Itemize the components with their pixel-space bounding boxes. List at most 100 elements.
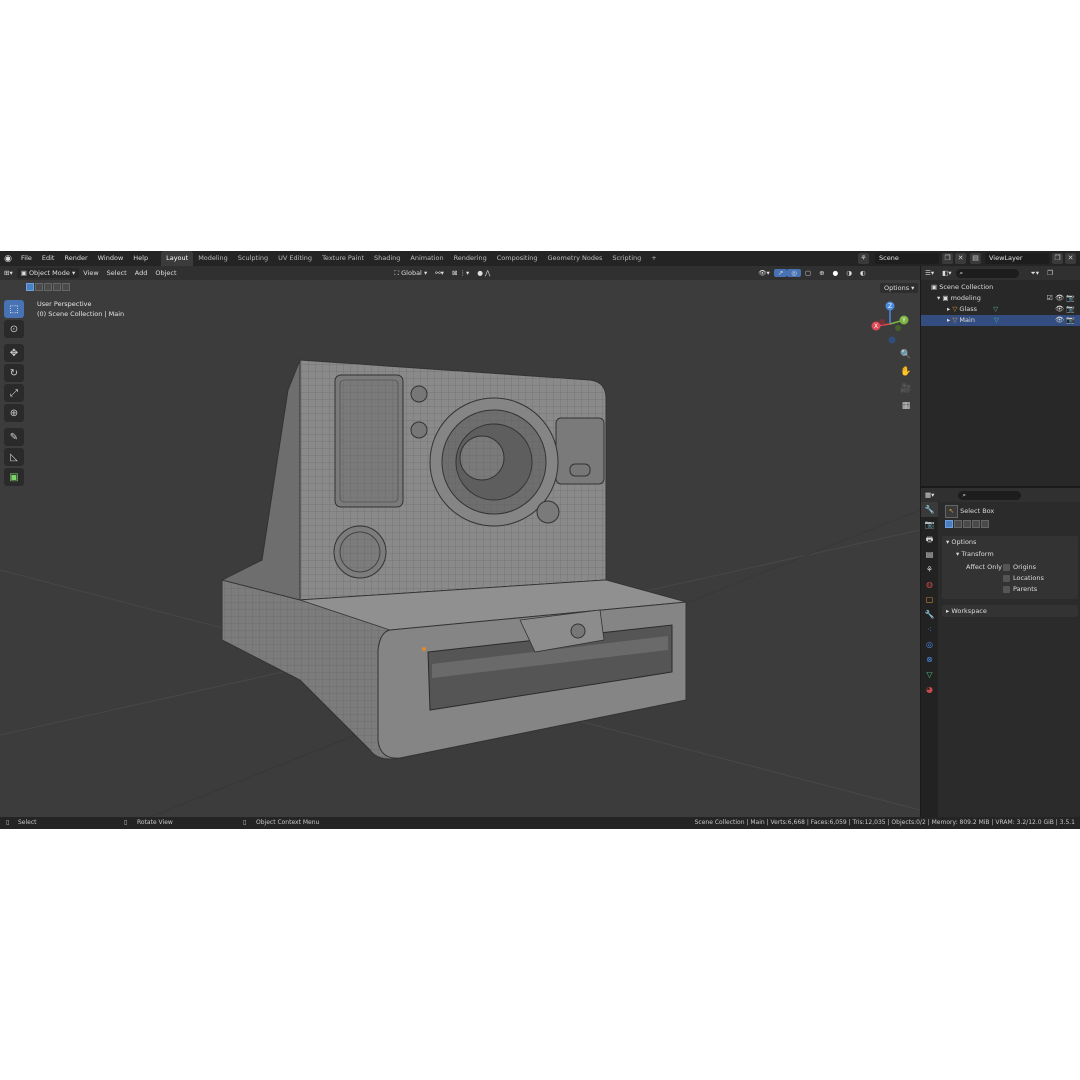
- select-intersect-icon[interactable]: [62, 283, 70, 291]
- origins-checkbox[interactable]: [1003, 564, 1010, 571]
- menu-render[interactable]: Render: [59, 251, 92, 266]
- options-button[interactable]: Options ▾: [880, 283, 919, 293]
- tab-shading[interactable]: Shading: [369, 251, 405, 266]
- menu-add[interactable]: Add: [131, 269, 152, 277]
- delete-scene-icon[interactable]: ✕: [955, 253, 966, 264]
- outliner-row-scene-collection[interactable]: ▣ Scene Collection: [921, 282, 1080, 293]
- add-cube-tool-icon[interactable]: ▣: [4, 468, 24, 486]
- menu-view[interactable]: View: [79, 269, 102, 277]
- outliner-editor-icon[interactable]: ☰▾: [921, 269, 938, 277]
- world-tab-icon[interactable]: ◍: [921, 577, 938, 592]
- tab-compositing[interactable]: Compositing: [492, 251, 543, 266]
- select-box-icon[interactable]: ↖: [945, 505, 958, 518]
- shading-solid-icon[interactable]: ●: [829, 269, 843, 277]
- object-tab-icon[interactable]: ▢: [921, 592, 938, 607]
- select-new-icon[interactable]: [26, 283, 34, 291]
- workspace-panel-header[interactable]: ▸ Workspace: [942, 605, 1078, 617]
- physics-tab-icon[interactable]: ◎: [921, 637, 938, 652]
- visibility-icon[interactable]: 👁▾: [754, 269, 774, 277]
- proportional-edit-icon[interactable]: ● ⋀: [473, 269, 494, 277]
- orientation-selector[interactable]: ⛶ Global ▾: [391, 269, 432, 278]
- perspective-toggle-icon[interactable]: ▦: [899, 399, 913, 413]
- transform-subpanel-header[interactable]: ▾ Transform: [942, 548, 1078, 560]
- add-workspace-button[interactable]: +: [646, 251, 661, 266]
- scene-selector[interactable]: Scene: [875, 253, 939, 264]
- outliner-row-glass[interactable]: ▸ ▽ Glass ▽ 👁 📷: [921, 304, 1080, 315]
- tab-rendering[interactable]: Rendering: [449, 251, 492, 266]
- view-layer-tab-icon[interactable]: ▤: [921, 547, 938, 562]
- render-tab-icon[interactable]: 📷: [921, 517, 938, 532]
- menu-help[interactable]: Help: [128, 251, 153, 266]
- tab-texture-paint[interactable]: Texture Paint: [317, 251, 369, 266]
- output-tab-icon[interactable]: 🖶: [921, 532, 938, 547]
- material-tab-icon[interactable]: ◕: [921, 682, 938, 697]
- menu-window[interactable]: Window: [93, 251, 129, 266]
- mode-intersect-icon[interactable]: [981, 520, 989, 528]
- row-visibility-icons[interactable]: 👁 📷: [1055, 304, 1075, 315]
- row-visibility-icons[interactable]: ☑ 👁 📷: [1047, 293, 1075, 304]
- outliner-search-input[interactable]: ⌕: [955, 268, 1019, 278]
- modifier-tab-icon[interactable]: 🔧: [921, 607, 938, 622]
- shading-material-icon[interactable]: ◑: [842, 269, 856, 277]
- expand-arrow-icon[interactable]: ▸: [947, 316, 950, 324]
- new-collection-icon[interactable]: ❐: [1043, 269, 1057, 277]
- outliner-row-modeling[interactable]: ▾ ▣ modeling ☑ 👁 📷: [921, 293, 1080, 304]
- pan-hand-icon[interactable]: ✋: [899, 365, 913, 379]
- mode-invert-icon[interactable]: [972, 520, 980, 528]
- transform-tool-icon[interactable]: ⊕: [4, 404, 24, 422]
- tab-layout[interactable]: Layout: [161, 251, 194, 266]
- cursor-tool-icon[interactable]: ⊙: [4, 320, 24, 338]
- select-box-tool-icon[interactable]: ⬚: [4, 300, 24, 318]
- navigation-gizmo[interactable]: Z Y X: [868, 300, 912, 344]
- locations-checkbox[interactable]: [1003, 575, 1010, 582]
- scale-tool-icon[interactable]: ⤢: [4, 384, 24, 402]
- gizmo-toggle-icon[interactable]: ↗: [773, 269, 788, 277]
- tab-geometry-nodes[interactable]: Geometry Nodes: [543, 251, 608, 266]
- overlay-toggle-icon[interactable]: ◎: [787, 269, 801, 277]
- data-tab-icon[interactable]: ▽: [921, 667, 938, 682]
- editor-type-icon[interactable]: ⊞▾: [0, 269, 17, 277]
- 3d-viewport[interactable]: User Perspective (0) Scene Collection | …: [0, 280, 920, 817]
- tab-uv-editing[interactable]: UV Editing: [273, 251, 317, 266]
- rotate-tool-icon[interactable]: ↻: [4, 364, 24, 382]
- tab-modeling[interactable]: Modeling: [193, 251, 233, 266]
- shading-wireframe-icon[interactable]: ⊕: [815, 269, 828, 277]
- tab-sculpting[interactable]: Sculpting: [233, 251, 273, 266]
- select-extend-icon[interactable]: [35, 283, 43, 291]
- new-scene-icon[interactable]: ❐: [942, 253, 953, 264]
- particles-tab-icon[interactable]: ⁖: [921, 622, 938, 637]
- move-tool-icon[interactable]: ✥: [4, 344, 24, 362]
- mode-subtract-icon[interactable]: [963, 520, 971, 528]
- measure-tool-icon[interactable]: ◺: [4, 448, 24, 466]
- tab-scripting[interactable]: Scripting: [607, 251, 646, 266]
- tab-animation[interactable]: Animation: [405, 251, 448, 266]
- new-view-layer-icon[interactable]: ❐: [1052, 253, 1063, 264]
- shading-rendered-icon[interactable]: ◐: [856, 269, 870, 277]
- menu-edit[interactable]: Edit: [37, 251, 60, 266]
- select-invert-icon[interactable]: [53, 283, 61, 291]
- tool-tab-icon[interactable]: 🔧: [921, 502, 938, 517]
- expand-arrow-icon[interactable]: ▸: [947, 305, 950, 313]
- row-visibility-icons[interactable]: 👁 📷: [1055, 315, 1075, 326]
- scene-icon[interactable]: ⚘: [858, 253, 869, 264]
- mode-extend-icon[interactable]: [954, 520, 962, 528]
- select-subtract-icon[interactable]: [44, 283, 52, 291]
- menu-select[interactable]: Select: [103, 269, 131, 277]
- expand-arrow-icon[interactable]: ▾: [937, 294, 940, 302]
- parents-checkbox[interactable]: [1003, 586, 1010, 593]
- blender-logo-icon[interactable]: ◉: [0, 254, 16, 264]
- mode-new-icon[interactable]: [945, 520, 953, 528]
- camera-view-icon[interactable]: 🎥: [899, 382, 913, 396]
- menu-object[interactable]: Object: [151, 269, 180, 277]
- pivot-icon[interactable]: ⚯▾: [431, 269, 448, 277]
- zoom-icon[interactable]: 🔍: [899, 348, 913, 362]
- delete-view-layer-icon[interactable]: ✕: [1065, 253, 1076, 264]
- snap-icon[interactable]: ⊠ ⋮▾: [448, 269, 473, 277]
- outliner-row-main[interactable]: ▸ ▽ Main ▽ 👁 📷: [921, 315, 1080, 326]
- constraints-tab-icon[interactable]: ⊗: [921, 652, 938, 667]
- display-mode-icon[interactable]: ◧▾: [938, 269, 955, 277]
- menu-file[interactable]: File: [16, 251, 37, 266]
- options-panel-header[interactable]: ▾ Options: [942, 536, 1078, 548]
- view-layer-icon[interactable]: ▤: [970, 253, 981, 264]
- xray-icon[interactable]: ▢: [801, 269, 815, 277]
